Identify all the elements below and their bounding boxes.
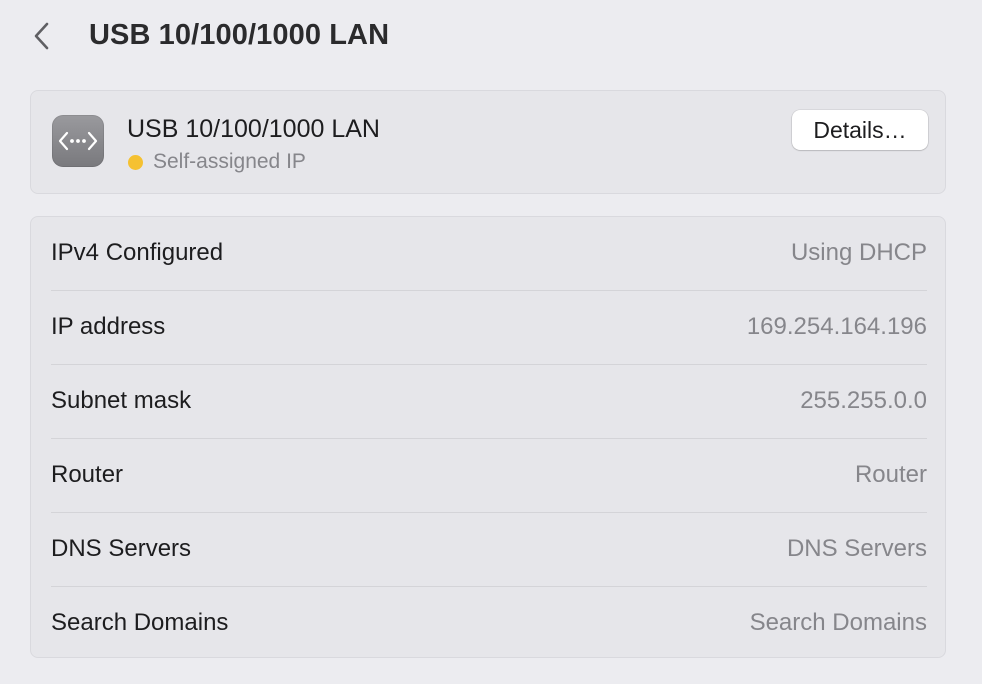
detail-row-ip-address: IP address 169.254.164.196: [51, 291, 927, 365]
detail-label: IPv4 Configured: [51, 239, 224, 266]
detail-row-router: Router Router: [51, 439, 927, 513]
detail-label: Router: [51, 461, 124, 488]
header: USB 10/100/1000 LAN: [0, 0, 982, 76]
connection-status: Self-assigned IP: [128, 150, 306, 174]
detail-row-dns-servers: DNS Servers DNS Servers: [51, 513, 927, 587]
detail-row-subnet-mask: Subnet mask 255.255.0.0: [51, 365, 927, 439]
back-button[interactable]: [26, 20, 58, 56]
detail-value: DNS Servers: [786, 535, 927, 562]
detail-value: Using DHCP: [790, 239, 927, 266]
interface-name: USB 10/100/1000 LAN: [127, 115, 380, 143]
detail-label: Search Domains: [51, 609, 229, 636]
detail-label: IP address: [51, 313, 166, 340]
detail-row-search-domains: Search Domains Search Domains: [51, 587, 927, 661]
page-title: USB 10/100/1000 LAN: [89, 19, 390, 51]
detail-value: Router: [854, 461, 927, 488]
status-dot-icon: [128, 154, 143, 170]
detail-row-ipv4-configured: IPv4 Configured Using DHCP: [51, 217, 927, 291]
detail-value: 169.254.164.196: [746, 313, 927, 340]
ethernet-icon: [52, 115, 104, 167]
detail-value: 255.255.0.0: [800, 387, 927, 414]
network-details-card: IPv4 Configured Using DHCP IP address 16…: [30, 216, 946, 658]
detail-value: Search Domains: [749, 609, 927, 636]
status-text: Self-assigned IP: [153, 150, 306, 173]
chevron-left-icon: [32, 21, 52, 56]
interface-summary-card: USB 10/100/1000 LAN Self-assigned IP Det…: [30, 90, 946, 194]
details-button[interactable]: Details…: [792, 110, 928, 150]
detail-label: Subnet mask: [51, 387, 192, 414]
detail-label: DNS Servers: [51, 535, 192, 562]
